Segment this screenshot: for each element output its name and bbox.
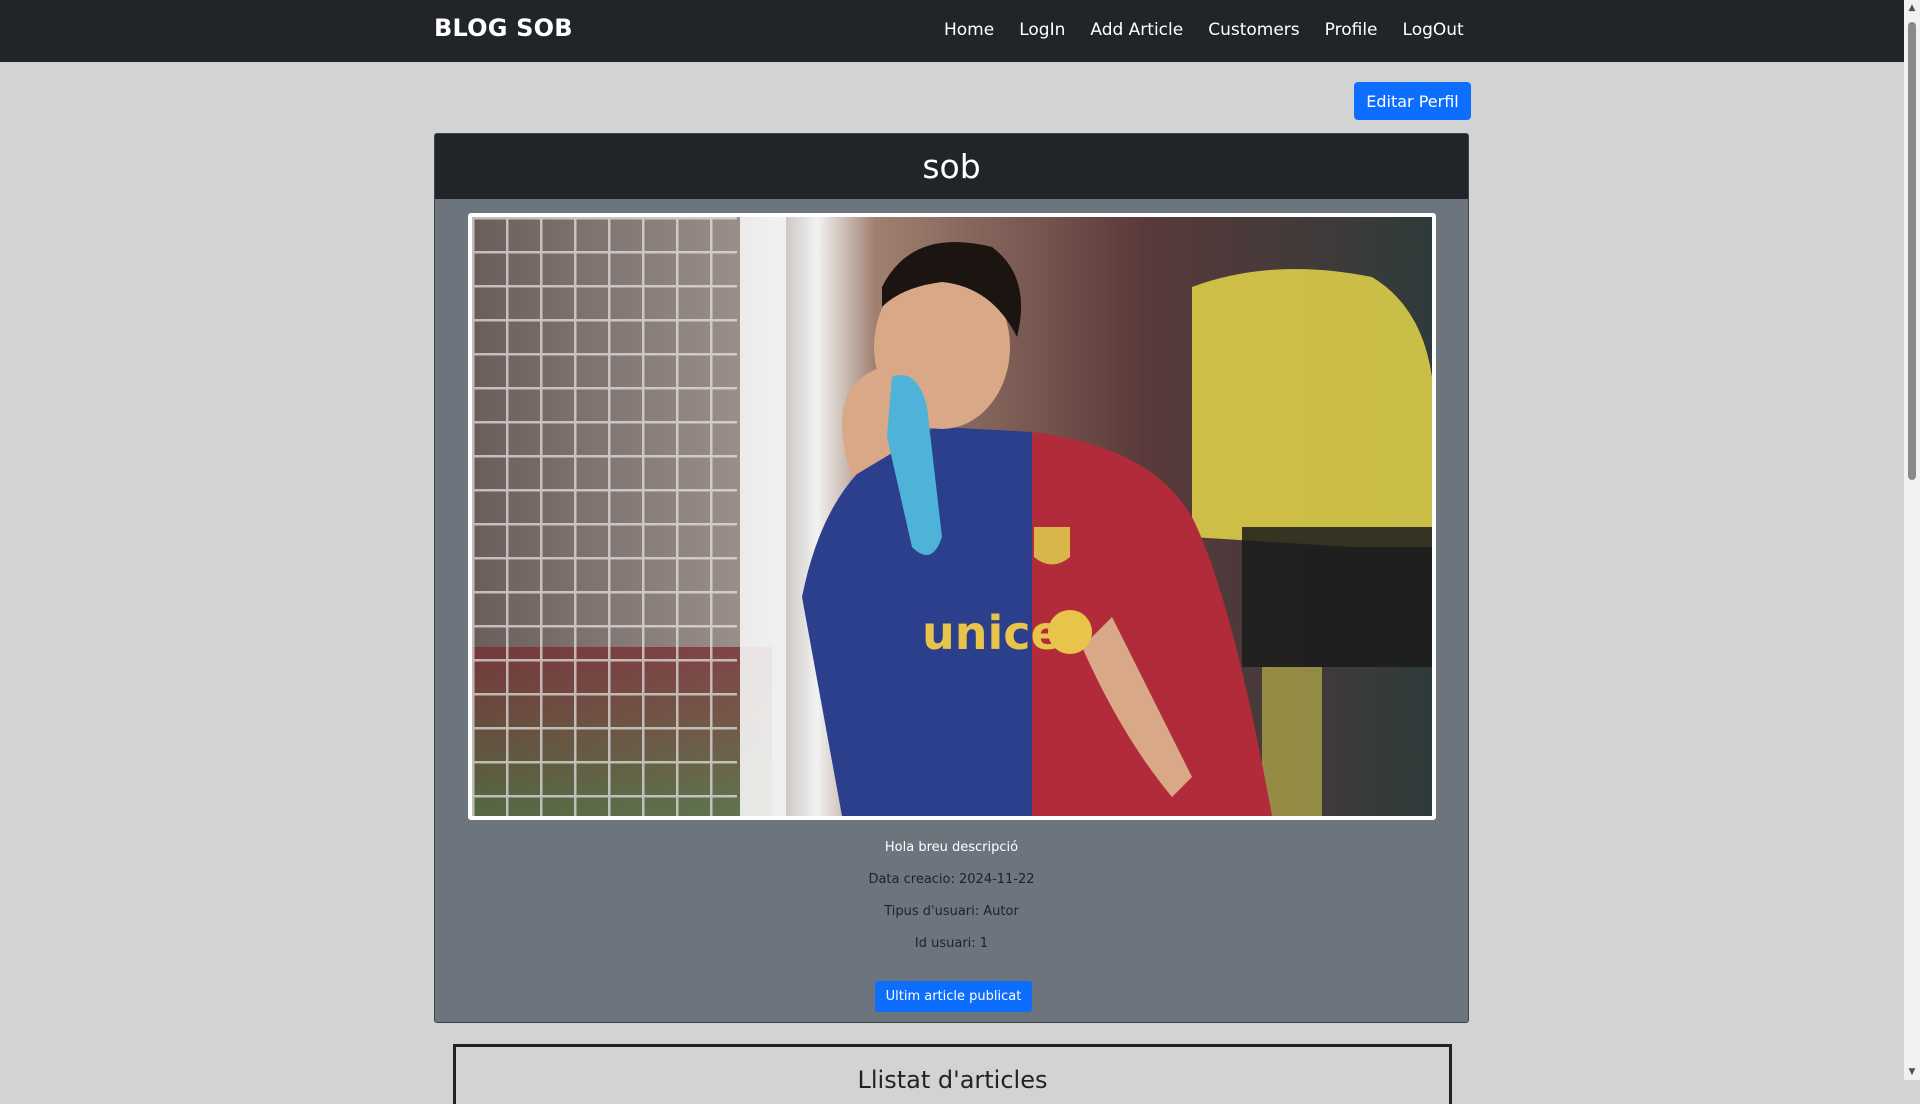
nav-login-link[interactable]: LogIn	[1019, 20, 1065, 40]
profile-user-id: Id usuari: 1	[914, 936, 989, 951]
nav-profile-link[interactable]: Profile	[1325, 20, 1378, 40]
articles-list-section: Llistat d'articles	[453, 1044, 1452, 1104]
page-scrollbar[interactable]: ▲ ▼	[1904, 0, 1920, 1080]
top-navbar: BLOG SOB Home LogIn Add Article Customer…	[0, 0, 1904, 62]
scroll-up-arrow-icon[interactable]: ▲	[1904, 0, 1920, 16]
profile-user-type: Tipus d'usuari: Autor	[884, 904, 1019, 919]
nav-home-link[interactable]: Home	[944, 20, 994, 40]
profile-created-date: Data creacio: 2024-11-22	[868, 872, 1035, 887]
profile-photo-image: unicef	[472, 217, 1432, 816]
profile-description: Hola breu descripció	[884, 840, 1019, 855]
profile-card-header: sob	[435, 134, 1468, 199]
scrollbar-thumb[interactable]	[1908, 22, 1916, 480]
profile-card: sob unicef Hola breu descripció Data cre…	[434, 133, 1469, 1023]
articles-list-title: Llistat d'articles	[857, 1066, 1048, 1094]
profile-username: sob	[922, 147, 981, 186]
nav-add-article-link[interactable]: Add Article	[1090, 20, 1183, 40]
nav-links: Home LogIn Add Article Customers Profile…	[944, 20, 1464, 40]
scroll-down-arrow-icon[interactable]: ▼	[1904, 1064, 1920, 1080]
nav-customers-link[interactable]: Customers	[1208, 20, 1299, 40]
profile-photo: unicef	[468, 213, 1436, 820]
brand-logo[interactable]: BLOG SOB	[434, 14, 573, 42]
edit-profile-button[interactable]: Editar Perfil	[1354, 82, 1471, 120]
nav-logout-link[interactable]: LogOut	[1403, 20, 1464, 40]
last-article-button[interactable]: Ultim article publicat	[875, 981, 1032, 1012]
